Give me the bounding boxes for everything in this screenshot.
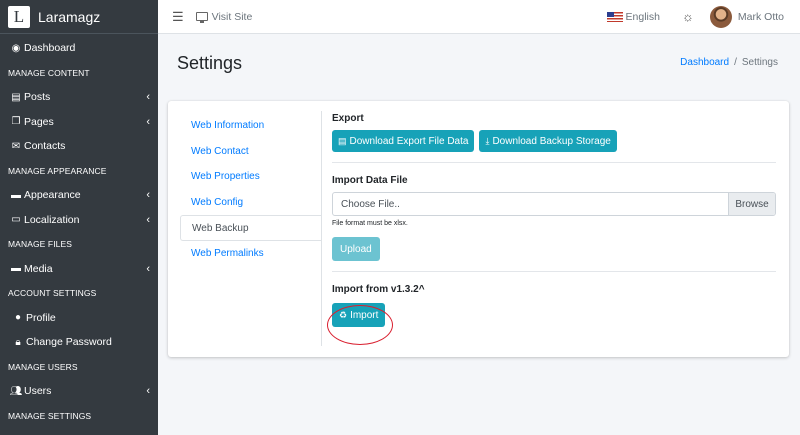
sidebar-item-dashboard[interactable]: ◉ Dashboard (0, 36, 158, 61)
chevron-left-icon[interactable]: ‹ (146, 263, 150, 275)
annotation-circle (327, 305, 393, 345)
divider (332, 162, 776, 163)
sidebar-item-localization[interactable]: ▭ Localization ‹ (0, 208, 158, 233)
visit-site-link[interactable]: Visit Site (195, 10, 253, 23)
sidebar-item-change-password[interactable]: 🔒︎ Change Password (0, 330, 158, 355)
hdd-icon: ▬ (11, 263, 21, 275)
chevron-left-icon[interactable]: ‹ (146, 214, 150, 226)
sidebar-header: MANAGE CONTENT (8, 67, 90, 78)
theme-toggle-sun-icon[interactable]: ☼ (682, 9, 694, 24)
import-v1-title: Import from v1.3.2^ (332, 284, 425, 295)
settings-tabs: Web Information Web Contact Web Properties… (180, 113, 321, 267)
tab-web-config[interactable]: Web Config (180, 190, 321, 216)
sidebar-header: MANAGE USERS (8, 361, 78, 372)
sidebar-header: MANAGE SETTINGS (8, 410, 92, 421)
sidebar-item-label: Users (24, 385, 52, 398)
breadcrumb-dashboard[interactable]: Dashboard (680, 57, 729, 68)
sidebar-header: MANAGE FILES (8, 239, 73, 250)
pages-icon: ❐ (11, 116, 21, 128)
sidebar-item-label: Media (24, 262, 53, 275)
breadcrumb-current: Settings (741, 57, 778, 68)
tab-web-properties[interactable]: Web Properties (180, 164, 321, 190)
download-backup-button[interactable]: ⤓ Download Backup Storage (479, 130, 617, 152)
tab-web-contact[interactable]: Web Contact (180, 139, 321, 165)
breadcrumb-separator: / (734, 57, 737, 68)
brand-logo: L (8, 5, 30, 28)
breadcrumb: Dashboard / Settings (680, 57, 778, 68)
visit-site-label: Visit Site (211, 10, 253, 23)
chevron-left-icon[interactable]: ‹ (146, 189, 150, 201)
chevron-left-icon[interactable]: ‹ (146, 116, 150, 128)
divider (332, 271, 776, 272)
file-input-placeholder[interactable]: Choose File.. (333, 193, 728, 215)
sidebar-item-users[interactable]: 👥︎ Users ‹ (0, 379, 158, 404)
tab-web-information[interactable]: Web Information (180, 113, 321, 139)
file-input[interactable]: Choose File.. Browse (332, 192, 776, 216)
page-title: Settings (177, 53, 243, 73)
import-data-title: Import Data File (332, 175, 408, 186)
user-name[interactable]: Mark Otto (738, 11, 784, 23)
lock-icon: 🔒︎ (15, 336, 21, 348)
envelope-icon: ✉ (11, 140, 21, 152)
sidebar-item-media[interactable]: ▬ Media ‹ (0, 257, 158, 282)
brand-link[interactable]: L Laramagz (0, 0, 158, 34)
sidebar-item-label: Change Password (26, 336, 112, 349)
sidebar-item-label: Contacts (24, 140, 66, 153)
sidebar-header: MANAGE APPEARANCE (8, 165, 107, 176)
sidebar-item-label: Posts (24, 91, 51, 104)
user-icon: ● (14, 312, 22, 324)
download-export-button[interactable]: ▤ Download Export File Data (332, 130, 475, 152)
language-icon: ▭ (11, 214, 21, 226)
sidebar-nav: ◉ Dashboard MANAGE CONTENT ▤ Posts ‹ ❐ Pages ‹ ✉ C… (0, 34, 158, 428)
tab-web-permalinks[interactable]: Web Permalinks (180, 241, 321, 267)
sidebar-header: ACCOUNT SETTINGS (8, 288, 97, 299)
users-icon: 👥︎ (9, 385, 23, 397)
download-backup-label: Download Backup Storage (492, 135, 611, 147)
chevron-left-icon[interactable]: ‹ (146, 91, 150, 103)
file-download-icon: ▤ (338, 135, 347, 146)
paint-roller-icon: ▬ (11, 189, 21, 201)
topbar: ☰ Visit Site English ☼ Mark Otto (158, 0, 800, 34)
sidebar-item-pages[interactable]: ❐ Pages ‹ (0, 110, 158, 135)
sidebar-item-posts[interactable]: ▤ Posts ‹ (0, 85, 158, 110)
download-export-label: Download Export File Data (349, 135, 469, 147)
tachometer-icon: ◉ (11, 42, 21, 54)
user-avatar[interactable] (709, 5, 732, 28)
browse-button[interactable]: Browse (728, 193, 775, 215)
sidebar-item-label: Dashboard (24, 42, 76, 55)
sidebar-item-label: Profile (26, 311, 56, 324)
sidebar-item-label: Localization (24, 213, 80, 226)
sidebar-item-profile[interactable]: ● Profile (0, 306, 158, 331)
sidebar-item-label: Pages (24, 115, 54, 128)
posts-icon: ▤ (11, 91, 21, 103)
tab-web-backup[interactable]: Web Backup (180, 215, 321, 241)
export-title: Export (332, 113, 364, 124)
hamburger-menu-icon[interactable]: ☰ (172, 9, 184, 25)
brand-name: Laramagz (38, 8, 101, 25)
web-backup-panel: Export ▤ Download Export File Data ⤓ Dow… (321, 111, 776, 346)
settings-card: Web Information Web Contact Web Properties… (168, 101, 789, 357)
us-flag-icon[interactable] (606, 11, 623, 22)
chevron-left-icon[interactable]: ‹ (146, 385, 150, 397)
sidebar-item-contacts[interactable]: ✉ Contacts (0, 134, 158, 159)
language-selector[interactable]: English (626, 11, 660, 23)
upload-button[interactable]: Upload (332, 237, 380, 261)
sidebar: L Laramagz ◉ Dashboard MANAGE CONTENT ▤ Post… (0, 0, 158, 435)
desktop-icon (195, 12, 208, 23)
download-icon: ⤓ (485, 135, 490, 146)
sidebar-item-label: Appearance (24, 189, 81, 202)
file-format-hint: File format must be xlsx. (332, 220, 408, 227)
sidebar-item-appearance[interactable]: ▬ Appearance ‹ (0, 183, 158, 208)
